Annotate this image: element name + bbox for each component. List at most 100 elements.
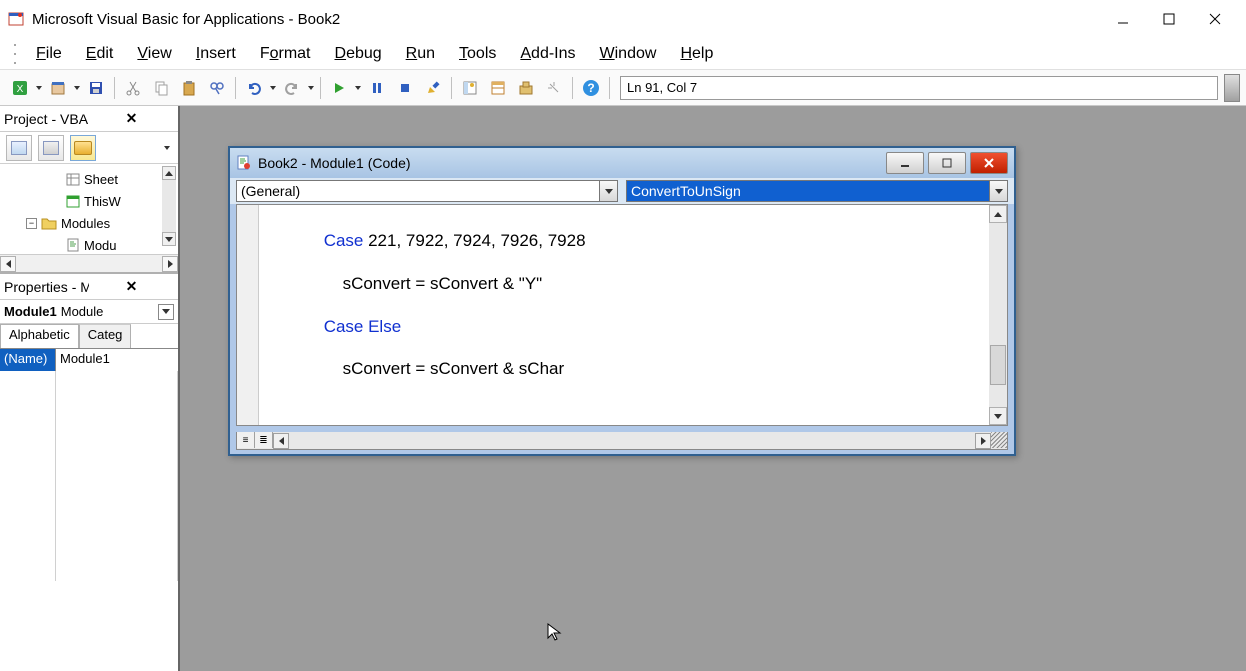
undo-button[interactable] [240, 74, 268, 102]
project-toolbar-overflow[interactable] [162, 134, 172, 162]
procedure-combobox[interactable]: ConvertToUnSign [626, 180, 1008, 202]
code-window-titlebar[interactable]: Book2 - Module1 (Code) [230, 148, 1014, 178]
menu-insert[interactable]: Insert [184, 41, 248, 67]
tab-categorized[interactable]: Categ [79, 324, 132, 348]
project-tree[interactable]: Sheet ThisW −Modules Modu [0, 164, 178, 254]
menu-debug[interactable]: Debug [323, 41, 394, 67]
menu-view[interactable]: View [125, 41, 183, 67]
menu-format[interactable]: Format [248, 41, 323, 67]
properties-object-selector[interactable]: Module1 Module [0, 300, 178, 324]
app-icon [8, 11, 24, 27]
run-dropdown[interactable] [353, 74, 363, 102]
run-button[interactable] [325, 74, 353, 102]
menu-help[interactable]: Help [668, 41, 725, 67]
design-mode-button[interactable] [419, 74, 447, 102]
toggle-folders-button[interactable] [70, 135, 96, 161]
svg-text:?: ? [587, 81, 594, 95]
tree-item-thisworkbook[interactable]: ThisW [2, 190, 176, 212]
mouse-cursor-icon [547, 623, 563, 643]
scroll-up-button[interactable] [162, 166, 176, 180]
code-window-minimize-button[interactable] [886, 152, 924, 174]
code-scroll-up-button[interactable] [989, 205, 1007, 223]
insert-module-button[interactable] [44, 74, 72, 102]
full-module-view-button[interactable]: ≣ [255, 432, 273, 448]
module-icon [236, 155, 252, 171]
reset-button[interactable] [391, 74, 419, 102]
menu-run[interactable]: Run [394, 41, 447, 67]
property-name-label: (Name) [0, 349, 56, 371]
break-button[interactable] [363, 74, 391, 102]
code-vscrollbar[interactable] [989, 205, 1007, 425]
save-button[interactable] [82, 74, 110, 102]
code-scroll-left-button[interactable] [273, 433, 289, 449]
code-scroll-down-button[interactable] [989, 407, 1007, 425]
object-combobox[interactable]: (General) [236, 180, 618, 202]
window-close-button[interactable] [1192, 4, 1238, 34]
menubar-grip[interactable] [14, 44, 18, 64]
scroll-left-button[interactable] [0, 256, 16, 272]
insert-module-dropdown[interactable] [72, 74, 82, 102]
paste-button[interactable] [175, 74, 203, 102]
property-row-name[interactable]: (Name) Module1 [0, 349, 178, 371]
redo-dropdown[interactable] [306, 74, 316, 102]
project-toolbar [0, 132, 178, 164]
project-tree-vscrollbar[interactable] [162, 166, 176, 246]
tree-item-modules-folder[interactable]: −Modules [2, 212, 176, 234]
object-browser-button[interactable] [512, 74, 540, 102]
toolbox-button[interactable] [540, 74, 568, 102]
properties-panel-close-button[interactable]: ✕ [89, 278, 174, 296]
tab-alphabetic[interactable]: Alphabetic [0, 324, 79, 348]
properties-grid[interactable]: (Name) Module1 [0, 348, 178, 371]
menu-edit[interactable]: Edit [74, 41, 126, 67]
view-code-button[interactable] [6, 135, 32, 161]
code-vscroll-thumb[interactable] [990, 345, 1006, 385]
code-margin [237, 205, 259, 425]
code-window-maximize-button[interactable] [928, 152, 966, 174]
cut-button[interactable] [119, 74, 147, 102]
window-maximize-button[interactable] [1146, 4, 1192, 34]
mdi-client-area: Book2 - Module1 (Code) (General) Convert… [178, 106, 1246, 671]
undo-dropdown[interactable] [268, 74, 278, 102]
toolbar: X ? Ln 91, Col 7 [0, 70, 1246, 106]
code-editor[interactable]: Case 221, 7922, 7924, 7926, 7928 sConver… [259, 205, 989, 425]
tree-item-sheet[interactable]: Sheet [2, 168, 176, 190]
title-bar: Microsoft Visual Basic for Applications … [0, 0, 1246, 38]
object-combobox-dropdown[interactable] [599, 181, 617, 201]
project-panel-close-button[interactable]: ✕ [89, 110, 174, 128]
code-window[interactable]: Book2 - Module1 (Code) (General) Convert… [228, 146, 1016, 456]
view-excel-dropdown[interactable] [34, 74, 44, 102]
cursor-position-display: Ln 91, Col 7 [620, 76, 1218, 100]
procedure-view-button[interactable]: ≡ [237, 432, 255, 448]
help-button[interactable]: ? [577, 74, 605, 102]
menu-window[interactable]: Window [588, 41, 669, 67]
menu-addins[interactable]: Add-Ins [508, 41, 587, 67]
menu-tools[interactable]: Tools [447, 41, 508, 67]
properties-panel-title: Properties - Modul ✕ [0, 274, 178, 300]
scroll-down-button[interactable] [162, 232, 176, 246]
collapse-icon[interactable]: − [26, 218, 37, 229]
view-excel-button[interactable]: X [6, 74, 34, 102]
copy-button[interactable] [147, 74, 175, 102]
object-combobox-value: (General) [241, 183, 300, 199]
properties-window-button[interactable] [484, 74, 512, 102]
project-tree-hscrollbar[interactable] [0, 254, 178, 272]
code-window-title: Book2 - Module1 (Code) [258, 155, 880, 171]
project-explorer-button[interactable] [456, 74, 484, 102]
properties-object-dropdown[interactable] [158, 304, 174, 320]
window-minimize-button[interactable] [1100, 4, 1146, 34]
scroll-right-button[interactable] [162, 256, 178, 272]
procedure-combobox-value: ConvertToUnSign [631, 183, 741, 199]
code-scroll-right-button[interactable] [975, 433, 991, 449]
tree-item-module1[interactable]: Modu [2, 234, 176, 254]
menu-file[interactable]: File [24, 41, 74, 67]
code-hscrollbar[interactable] [273, 432, 991, 449]
code-window-resize-grip[interactable] [991, 432, 1007, 448]
code-window-close-button[interactable] [970, 152, 1008, 174]
project-panel-title: Project - VBAProject ✕ [0, 106, 178, 132]
procedure-combobox-dropdown[interactable] [989, 181, 1007, 201]
find-button[interactable] [203, 74, 231, 102]
redo-button[interactable] [278, 74, 306, 102]
view-object-button[interactable] [38, 135, 64, 161]
property-name-value[interactable]: Module1 [56, 349, 178, 371]
toolbar-overflow[interactable] [1224, 74, 1240, 102]
